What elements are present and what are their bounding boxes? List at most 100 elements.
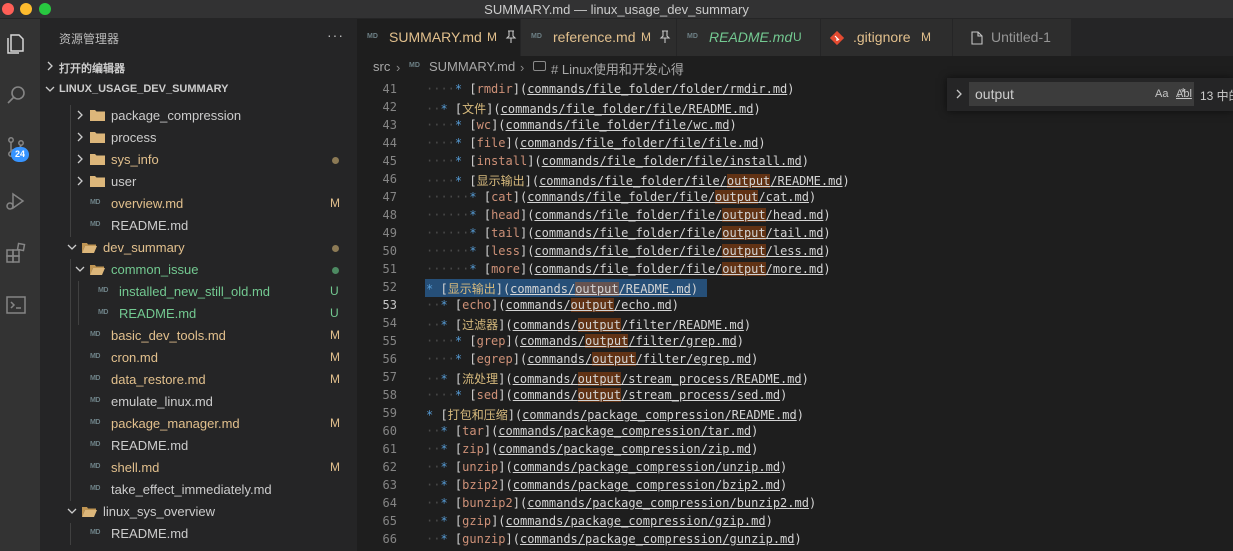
code-line[interactable]: ··* [bunzip2](commands/package_compressi… <box>426 496 816 510</box>
tree-item-label: emulate_linux.md <box>111 394 213 409</box>
code-line[interactable]: ····* [grep](commands/output/filter/grep… <box>426 334 744 348</box>
pin-icon[interactable] <box>659 30 671 44</box>
search-icon[interactable] <box>4 83 28 107</box>
code-line[interactable]: ······* [cat](commands/file_folder/file/… <box>426 190 816 204</box>
tree-folder[interactable]: common_issue <box>40 259 357 281</box>
code-line[interactable]: ······* [tail](commands/file_folder/file… <box>426 226 831 240</box>
line-number: 58 <box>382 388 397 402</box>
tab-label: SUMMARY.md <box>389 29 482 45</box>
editor-tab[interactable]: MD reference.md M <box>521 19 677 56</box>
code-line[interactable]: ··* [zip](commands/package_compression/z… <box>426 442 758 456</box>
markdown-file-icon: MD <box>98 309 108 316</box>
chevron-down-icon <box>67 508 77 514</box>
tree-file[interactable]: MD overview.md M <box>40 193 357 215</box>
code-line[interactable]: ····* [install](commands/file_folder/fil… <box>426 154 809 168</box>
line-number: 59 <box>382 406 397 420</box>
tree-folder[interactable]: dev_summary <box>40 237 357 259</box>
breadcrumb: src › MD SUMMARY.md › # Linux使用和开发心得 <box>357 56 1233 78</box>
line-number: 54 <box>382 316 397 330</box>
explorer-icon[interactable] <box>4 32 28 56</box>
tree-file[interactable]: MD data_restore.md M <box>40 369 357 391</box>
tree-item-label: data_restore.md <box>111 372 206 387</box>
tree-item-label: README.md <box>111 526 189 541</box>
tree-file[interactable]: MD cron.md M <box>40 347 357 369</box>
pin-icon[interactable] <box>505 30 517 44</box>
code-line[interactable]: ··* [unzip](commands/package_compression… <box>426 460 787 474</box>
markdown-file-icon: MD <box>90 529 100 536</box>
tree-file[interactable]: MD take_effect_immediately.md <box>40 479 357 501</box>
code-line[interactable]: ··* [流处理](commands/output/stream_process… <box>426 370 809 387</box>
tree-file[interactable]: MD installed_new_still_old.md U <box>40 281 357 303</box>
line-number: 50 <box>382 244 397 258</box>
code-line[interactable]: ······* [less](commands/file_folder/file… <box>426 244 831 258</box>
find-input[interactable]: output Aa Abl <box>969 82 1194 106</box>
line-number: 56 <box>382 352 397 366</box>
open-editors-section[interactable]: 打开的编辑器 <box>40 56 357 78</box>
code-line[interactable]: ··* [echo](commands/output/echo.md) <box>426 298 679 312</box>
line-number: 41 <box>382 82 397 96</box>
explorer-sidebar: 资源管理器 ··· 打开的编辑器 LINUX_USAGE_DEV_SUMMARY… <box>40 19 357 551</box>
more-actions-icon[interactable]: ··· <box>327 27 344 43</box>
tree-folder[interactable]: linux_sys_overview <box>40 501 357 523</box>
tree-item-label: README.md <box>111 438 189 453</box>
editor-tab[interactable]: MD README.md U <box>677 19 821 56</box>
breadcrumb-folder[interactable]: src <box>373 59 390 74</box>
breadcrumb-symbol[interactable]: # Linux使用和开发心得 <box>551 59 684 78</box>
terminal-icon[interactable] <box>4 293 28 317</box>
tree-file[interactable]: MD package_manager.md M <box>40 413 357 435</box>
breadcrumb-separator-icon: › <box>520 60 525 75</box>
markdown-file-icon: MD <box>90 441 100 448</box>
code-line[interactable]: ····* [egrep](commands/output/filter/egr… <box>426 352 758 366</box>
code-line[interactable]: ······* [head](commands/file_folder/file… <box>426 208 831 222</box>
toggle-replace-icon[interactable] <box>953 87 965 101</box>
markdown-file-icon: MD <box>531 33 542 40</box>
code-editor[interactable]: 41 ····* [rmdir](commands/file_folder/fol… <box>357 78 1233 551</box>
line-number: 62 <box>382 460 397 474</box>
editor-tab[interactable]: Untitled-1 <box>953 19 1072 56</box>
code-line[interactable]: ··* [gunzip](commands/package_compressio… <box>426 532 802 546</box>
use-regex-icon[interactable]: .* <box>1177 85 1186 100</box>
code-line[interactable]: ··* [bzip2](commands/package_compression… <box>426 478 787 492</box>
tree-file[interactable]: MD README.md U <box>40 303 357 325</box>
tree-file[interactable]: MD basic_dev_tools.md M <box>40 325 357 347</box>
tree-file[interactable]: MD emulate_linux.md <box>40 391 357 413</box>
code-line[interactable]: ··* [文件](commands/file_folder/file/READM… <box>426 100 761 117</box>
git-status-badge: U <box>330 306 339 320</box>
tree-folder[interactable]: package_compression <box>40 105 357 127</box>
tree-file[interactable]: MD README.md <box>40 435 357 457</box>
tree-folder[interactable]: sys_info <box>40 149 357 171</box>
find-input-value: output <box>975 86 1014 102</box>
code-line[interactable]: ····* [sed](commands/output/stream_proce… <box>426 388 787 402</box>
code-line[interactable]: ····* [显示输出](commands/file_folder/file/o… <box>426 172 850 189</box>
markdown-file-icon: MD <box>90 463 100 470</box>
extensions-icon[interactable] <box>4 241 28 265</box>
markdown-file-icon: MD <box>90 331 100 338</box>
code-line[interactable]: ····* [wc](commands/file_folder/file/wc.… <box>426 118 737 132</box>
line-number: 51 <box>382 262 397 276</box>
tree-folder[interactable]: user <box>40 171 357 193</box>
run-debug-icon[interactable] <box>4 189 28 213</box>
code-line[interactable]: ··* [tar](commands/package_compression/t… <box>426 424 758 438</box>
folder-icon <box>90 110 105 121</box>
code-line[interactable]: ······* [more](commands/file_folder/file… <box>426 262 831 276</box>
markdown-file-icon: MD <box>90 419 100 426</box>
code-line[interactable]: ··* [过滤器](commands/output/filter/README.… <box>426 316 751 333</box>
tree-file[interactable]: MD README.md <box>40 215 357 237</box>
code-line[interactable]: ··* [gzip](commands/package_compression/… <box>426 514 773 528</box>
code-line[interactable]: ····* [file](commands/file_folder/file/f… <box>426 136 766 150</box>
tree-item-label: README.md <box>119 306 197 321</box>
editor-tab[interactable]: .gitignore M <box>821 19 953 56</box>
tree-item-label: shell.md <box>111 460 160 475</box>
line-number: 65 <box>382 514 397 528</box>
tree-folder[interactable]: process <box>40 127 357 149</box>
line-number: 55 <box>382 334 397 348</box>
editor-tab[interactable]: MD SUMMARY.md M <box>357 19 521 56</box>
tree-file[interactable]: MD README.md <box>40 523 357 545</box>
match-case-icon[interactable]: Aa <box>1155 88 1168 100</box>
code-line[interactable]: ····* [rmdir](commands/file_folder/folde… <box>426 82 795 96</box>
breadcrumb-file[interactable]: SUMMARY.md <box>429 59 515 74</box>
code-line[interactable]: * [显示输出](commands/output/README.md) <box>426 280 698 297</box>
project-section[interactable]: LINUX_USAGE_DEV_SUMMARY <box>40 79 357 101</box>
tree-file[interactable]: MD shell.md M <box>40 457 357 479</box>
code-line[interactable]: * [打包和压缩](commands/package_compression/R… <box>426 406 804 423</box>
